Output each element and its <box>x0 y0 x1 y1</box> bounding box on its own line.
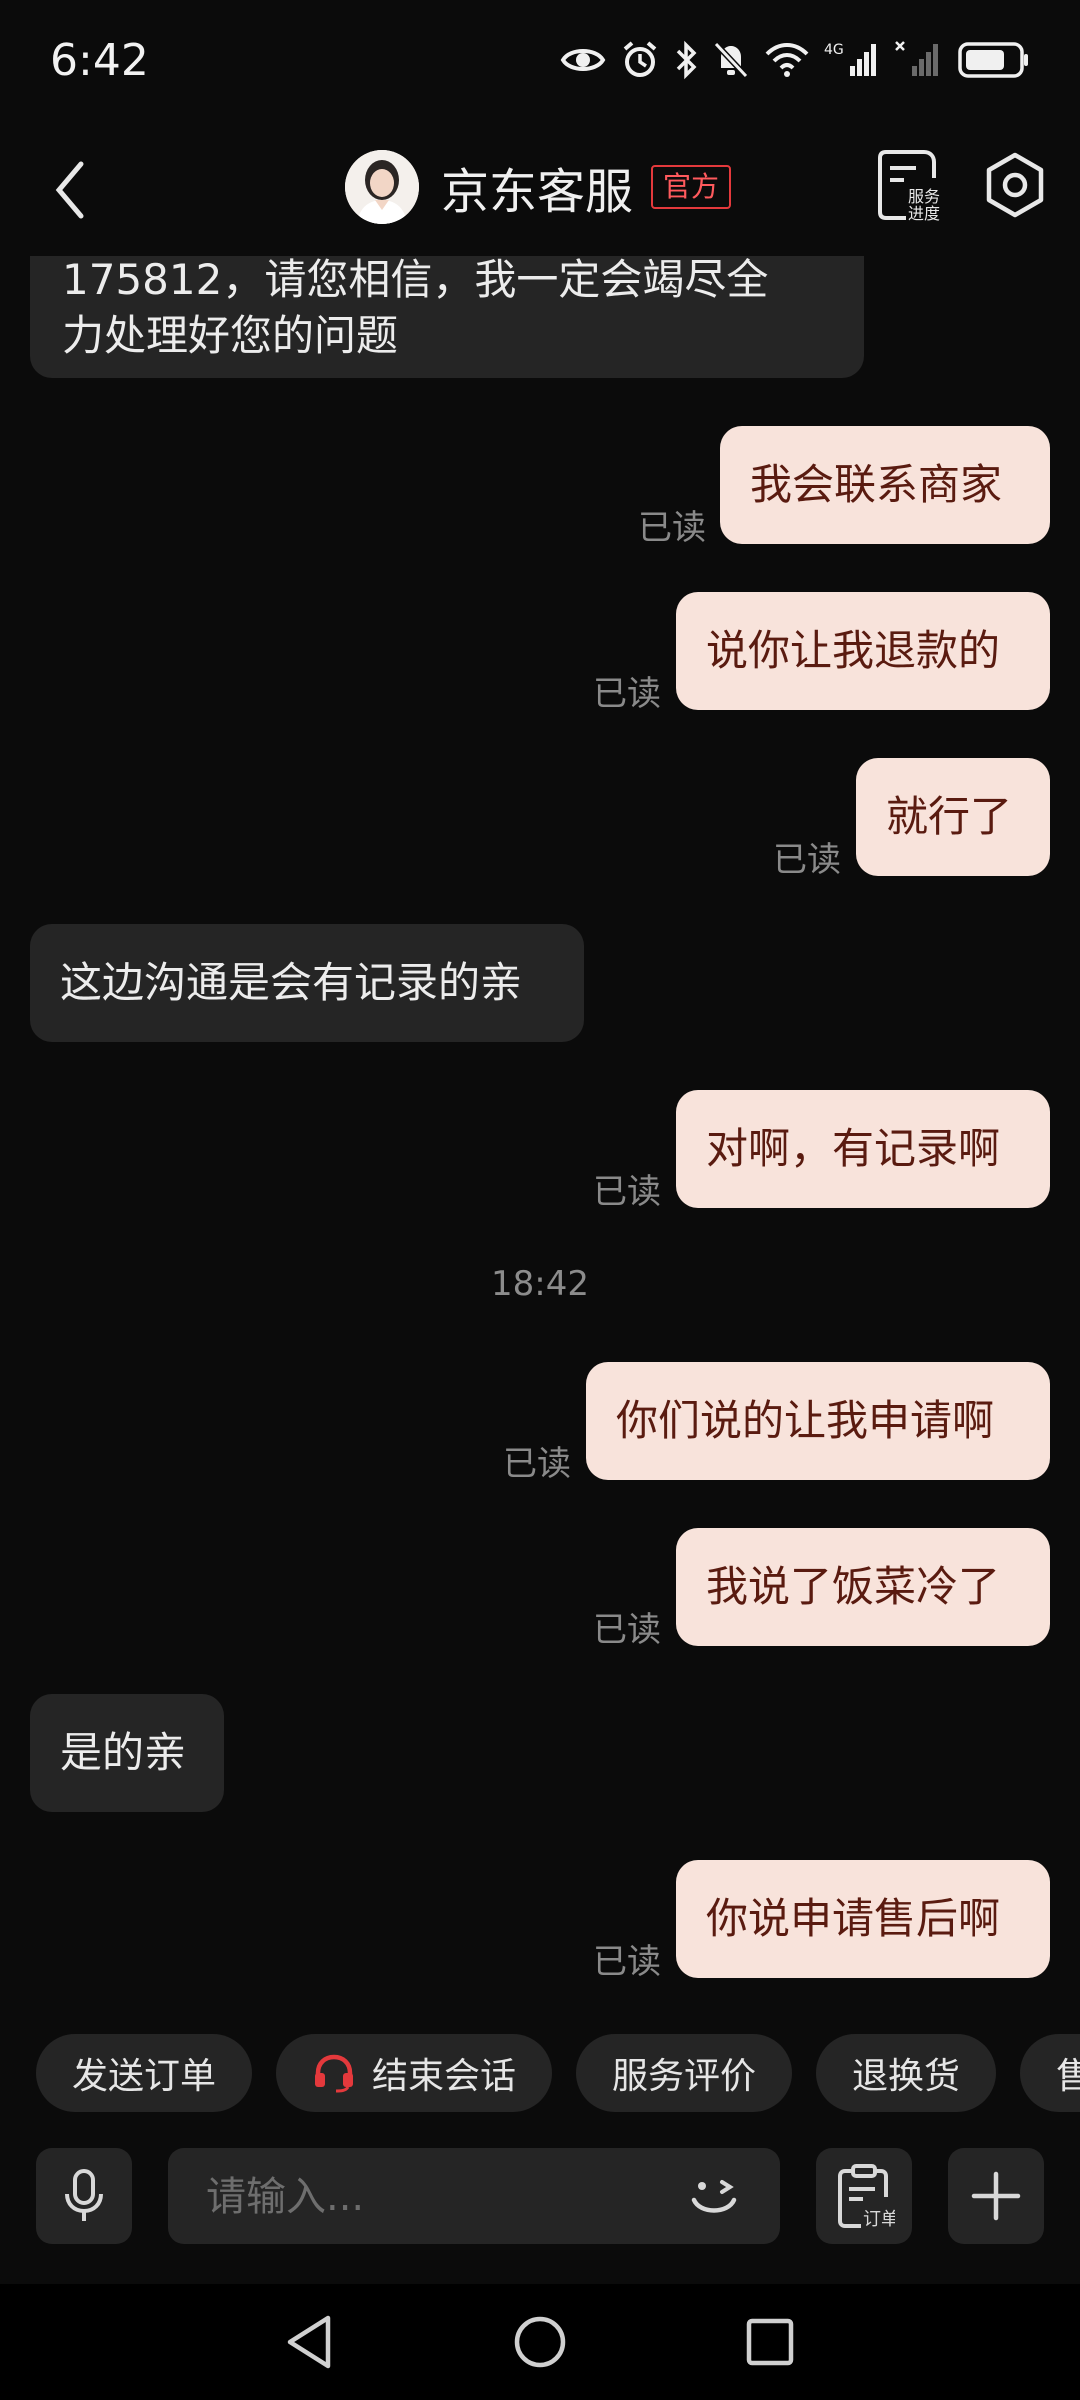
alarm-icon <box>623 41 657 77</box>
time-divider: 18:42 <box>491 1264 589 1304</box>
message-input[interactable] <box>204 2148 628 2246</box>
svg-text:4G: 4G <box>824 42 844 58</box>
order-button[interactable]: 订单 <box>816 2148 912 2244</box>
chat-header: 京东客服 官方 服务 进度 <box>0 120 1080 256</box>
incoming-message[interactable]: 是的亲 <box>30 1694 224 1812</box>
chip-label: 售 <box>1056 2056 1080 2097</box>
service-progress-icon: 服务 进度 <box>878 150 940 223</box>
svg-text:进度: 进度 <box>908 204 940 222</box>
signal-4g-icon: 4G <box>824 42 876 76</box>
headset-icon <box>312 2053 356 2093</box>
read-receipt: 已读 <box>638 508 706 548</box>
message-line: 力处理好您的问题 <box>62 311 399 360</box>
message-text: 这边沟通是会有记录的亲 <box>60 958 523 1007</box>
read-receipt: 已读 <box>503 1444 571 1484</box>
service-progress-button[interactable]: 服务 进度 <box>876 148 946 223</box>
read-receipt: 已读 <box>593 1942 661 1982</box>
signal-empty-icon <box>895 41 938 76</box>
outgoing-message[interactable]: 你们说的让我申请啊 <box>586 1362 1050 1480</box>
outgoing-message[interactable]: 你说申请售后啊 <box>676 1860 1050 1978</box>
emoji-button[interactable] <box>684 2166 744 2226</box>
nav-recents-button[interactable] <box>740 2312 800 2372</box>
bluetooth-icon <box>676 40 697 80</box>
message-text: 就行了 <box>886 792 1013 841</box>
outgoing-message[interactable]: 我说了饭菜冷了 <box>676 1528 1050 1646</box>
message-line: 175812，请您相信，我一定会竭尽全 <box>62 255 769 304</box>
more-options-button[interactable] <box>948 2148 1044 2244</box>
send-order-chip[interactable]: 发送订单 <box>36 2034 253 2112</box>
order-clipboard-icon: 订单 <box>838 2164 895 2229</box>
official-badge: 官方 <box>651 165 732 209</box>
quick-action-bar: 发送订单 结束会话 服务评价 退换货 售 <box>0 2034 1080 2114</box>
message-text: 是的亲 <box>60 1728 187 1777</box>
agent-avatar-icon <box>345 150 419 224</box>
triangle-back-icon <box>287 2315 331 2369</box>
read-receipt: 已读 <box>593 1610 661 1650</box>
chip-label: 结束会话 <box>372 2056 517 2097</box>
message-input-box[interactable] <box>168 2148 780 2246</box>
chip-label: 发送订单 <box>72 2056 217 2097</box>
end-session-chip[interactable]: 结束会话 <box>276 2034 553 2112</box>
settings-icon <box>986 152 1044 218</box>
outgoing-message[interactable]: 我会联系商家 <box>720 426 1050 544</box>
avatar <box>345 150 419 224</box>
message-text: 你说申请售后啊 <box>706 1894 1001 1943</box>
message-text: 你们说的让我申请啊 <box>616 1396 995 1445</box>
system-nav-bar <box>0 2284 1080 2400</box>
service-rating-chip[interactable]: 服务评价 <box>576 2034 793 2112</box>
square-recents-icon <box>746 2318 794 2366</box>
message-text: 我说了饭菜冷了 <box>706 1562 1001 1611</box>
chip-label: 服务评价 <box>612 2056 757 2097</box>
incoming-message[interactable]: 这边沟通是会有记录的亲 <box>30 924 584 1042</box>
read-receipt: 已读 <box>593 674 661 714</box>
outgoing-message[interactable]: 就行了 <box>856 758 1050 876</box>
chip-label: 退换货 <box>852 2056 961 2097</box>
chat-screen: 6:42 4G 京东客服 官方 服务 进度 175812，请您相信，我一定会竭尽… <box>0 0 1080 2400</box>
outgoing-message[interactable]: 对啊，有记录啊 <box>676 1090 1050 1208</box>
read-receipt: 已读 <box>773 840 841 880</box>
voice-input-button[interactable] <box>36 2148 132 2244</box>
nav-back-button[interactable] <box>279 2312 339 2372</box>
microphone-icon <box>65 2169 103 2221</box>
return-exchange-chip[interactable]: 退换货 <box>816 2034 997 2112</box>
outgoing-message[interactable]: 说你让我退款的 <box>676 592 1050 710</box>
message-text: 说你让我退款的 <box>706 626 1001 675</box>
status-time: 6:42 <box>50 34 149 86</box>
eye-icon <box>560 49 606 71</box>
circle-home-icon <box>514 2316 566 2368</box>
plus-icon <box>971 2171 1021 2221</box>
message-text: 我会联系商家 <box>750 460 1003 509</box>
wifi-icon <box>765 43 809 77</box>
message-text: 对啊，有记录啊 <box>706 1124 1001 1173</box>
status-bar: 6:42 4G <box>0 0 1080 120</box>
battery-icon <box>958 42 1028 78</box>
chevron-left-icon <box>55 161 84 219</box>
mute-icon <box>713 41 749 79</box>
emoji-icon <box>691 2180 737 2213</box>
page-title: 京东客服 <box>441 164 634 220</box>
back-button[interactable] <box>40 150 100 230</box>
status-icons: 4G <box>560 40 1030 80</box>
header-identity[interactable]: 京东客服 官方 <box>345 142 732 232</box>
nav-home-button[interactable] <box>510 2312 570 2372</box>
composer-bar: 订单 <box>0 2148 1080 2248</box>
svg-text:订单: 订单 <box>863 2209 895 2229</box>
after-sales-chip[interactable]: 售 <box>1020 2034 1080 2112</box>
message-list[interactable]: 175812，请您相信，我一定会竭尽全 力处理好您的问题 已读 我会联系商家 已… <box>0 216 1080 2000</box>
read-receipt: 已读 <box>593 1172 661 1212</box>
settings-button[interactable] <box>982 150 1048 220</box>
